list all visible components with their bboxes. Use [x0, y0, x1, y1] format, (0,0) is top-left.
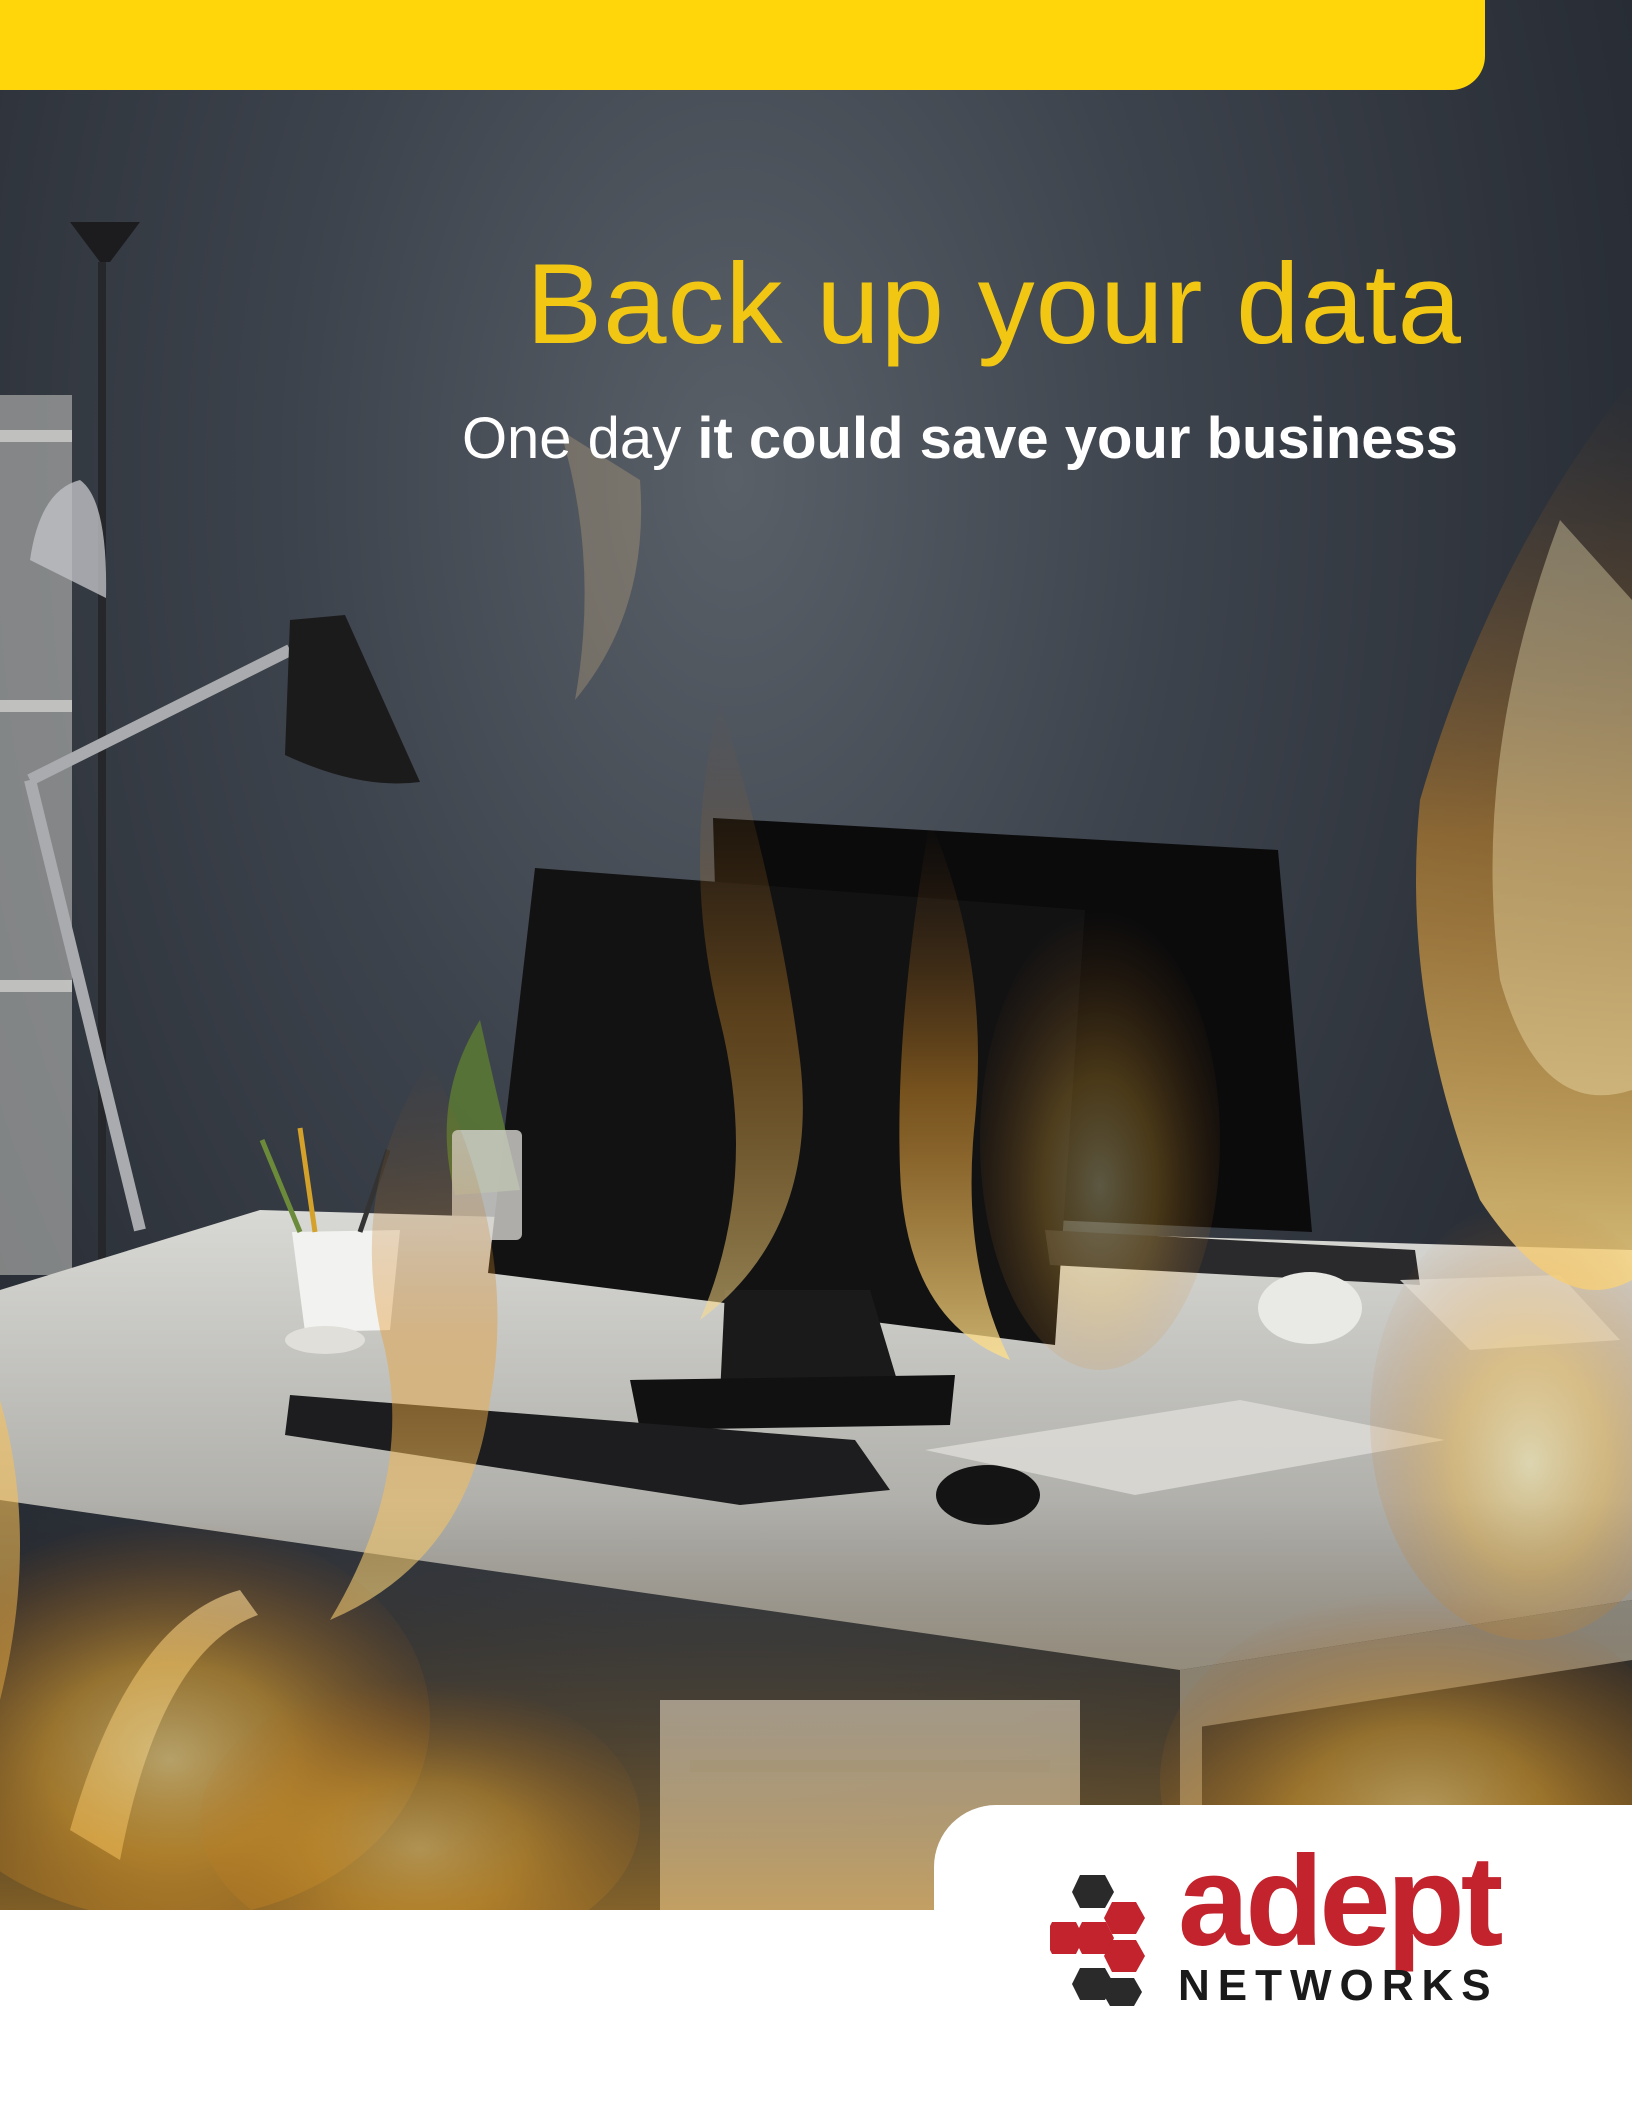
brochure-cover: Back up your data One day it could save … [0, 0, 1632, 2112]
logo-subtitle: NETWORKS [1178, 1961, 1499, 2010]
adept-hexagon-icon [1050, 1875, 1145, 2006]
headline: Back up your data [526, 241, 1462, 368]
subhead-emphasis: it could save your business [697, 406, 1458, 471]
subhead-intro: One day [461, 406, 698, 471]
adept-networks-logo: adept NETWORKS [1050, 1838, 1550, 2052]
top-accent-bar [0, 0, 1485, 90]
logo-wordmark: adept [1178, 1830, 1503, 1973]
subheadline: One day it could save your business [462, 410, 1458, 468]
